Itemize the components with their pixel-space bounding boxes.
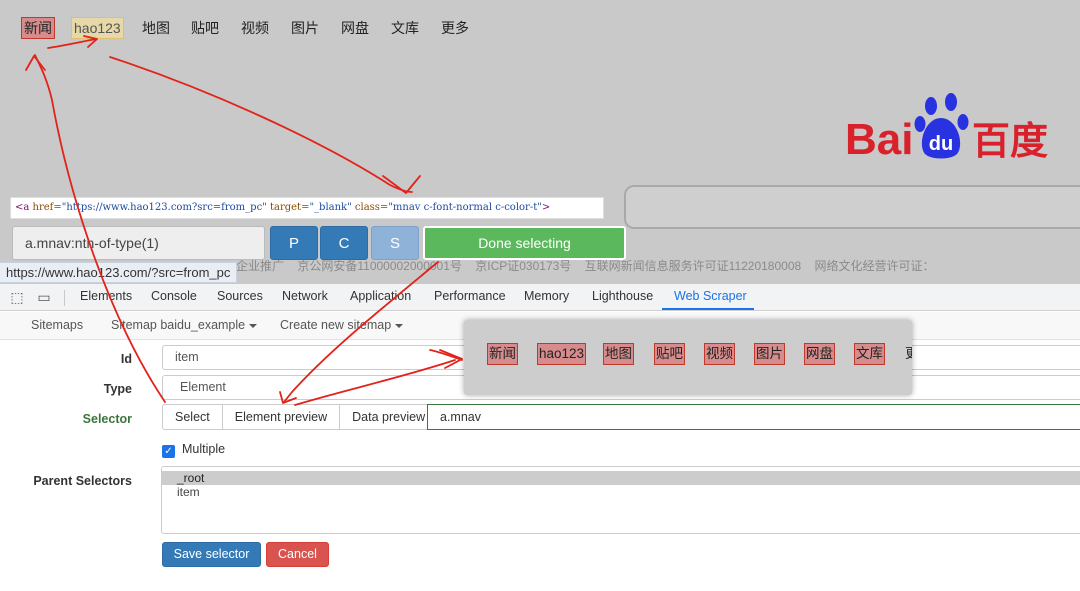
- footer-link[interactable]: 京公网安备11000002000001号: [297, 259, 462, 273]
- tab-memory[interactable]: Memory: [524, 289, 569, 303]
- selector-label: Selector: [82, 412, 132, 426]
- tab-performance[interactable]: Performance: [434, 289, 506, 303]
- nav-link-netdisk[interactable]: 网盘: [339, 18, 371, 38]
- nav-link-video[interactable]: 视频: [239, 18, 271, 38]
- footer-link[interactable]: 京ICP证030173号: [475, 259, 571, 273]
- tab-elements[interactable]: Elements: [80, 289, 132, 303]
- element-preview-button[interactable]: Element preview: [223, 405, 341, 429]
- preview-item: 图片: [754, 343, 785, 365]
- menu-sitemaps[interactable]: Sitemaps: [31, 318, 83, 332]
- nav-link-tieba[interactable]: 贴吧: [189, 18, 221, 38]
- parent-option-root[interactable]: _root: [162, 471, 1080, 485]
- menu-sitemap-dropdown[interactable]: Sitemap baidu_example: [111, 318, 258, 332]
- tab-lighthouse[interactable]: Lighthouse: [592, 289, 653, 303]
- select-parent-button[interactable]: P: [270, 226, 318, 260]
- nav-link-images[interactable]: 图片: [289, 18, 321, 38]
- select-button[interactable]: Select: [163, 405, 223, 429]
- type-label: Type: [103, 382, 132, 396]
- preview-item: 文库: [854, 343, 885, 365]
- baidu-logo: Bai du 百度: [845, 93, 1048, 162]
- tab-application[interactable]: Application: [350, 289, 411, 303]
- tab-sources[interactable]: Sources: [217, 289, 263, 303]
- logo-text-cn: 百度: [972, 119, 1048, 162]
- select-child-button[interactable]: C: [320, 226, 368, 260]
- parent-option-item[interactable]: item: [162, 485, 1080, 499]
- preview-item: 贴吧: [654, 343, 685, 365]
- menu-sitemap-label: Sitemap baidu_example: [111, 318, 246, 332]
- multiple-label: Multiple: [182, 442, 226, 456]
- nav-link-more[interactable]: 更多: [439, 18, 471, 38]
- save-selector-button[interactable]: Save selector: [162, 542, 261, 567]
- preview-item: 新闻: [487, 343, 518, 365]
- footer-link[interactable]: 网络文化经营许可证：: [815, 259, 935, 273]
- done-selecting-button[interactable]: Done selecting: [423, 226, 626, 260]
- footer-link[interactable]: 互联网新闻信息服务许可证11220180008: [585, 259, 802, 273]
- selector-button-group: Select Element preview Data preview: [162, 404, 439, 430]
- id-label: Id: [120, 352, 132, 366]
- preview-item-truncated: 更: [905, 346, 912, 361]
- divider: [64, 290, 65, 306]
- nav-link-news[interactable]: 新闻: [21, 17, 55, 39]
- nav-link-wenku[interactable]: 文库: [389, 18, 421, 38]
- logo-text-du: du: [929, 133, 953, 155]
- caret-down-icon: [249, 323, 258, 328]
- tab-network[interactable]: Network: [282, 289, 328, 303]
- parent-selectors-list[interactable]: _root item: [161, 466, 1080, 534]
- caret-down-icon: [395, 323, 404, 328]
- cancel-button[interactable]: Cancel: [266, 542, 329, 567]
- footer-link[interactable]: 企业推广: [236, 259, 284, 273]
- tab-console[interactable]: Console: [151, 289, 197, 303]
- devtools-tabbar: ⬚ ▭ Elements Console Sources Network App…: [0, 284, 1080, 311]
- element-html-tooltip: <a href="https://www.hao123.com?src=from…: [10, 197, 604, 219]
- parent-selectors-label: Parent Selectors: [33, 474, 132, 488]
- device-toolbar-icon[interactable]: ▭: [35, 288, 53, 306]
- preview-item: 视频: [704, 343, 735, 365]
- logo-text-bai: Bai: [845, 115, 913, 162]
- current-selector-display: a.mnav:nth-of-type(1): [12, 226, 265, 260]
- menu-create-sitemap[interactable]: Create new sitemap: [280, 318, 404, 332]
- nav-link-map[interactable]: 地图: [140, 18, 172, 38]
- nav-link-hao123[interactable]: hao123: [71, 17, 124, 39]
- select-sibling-button[interactable]: S: [371, 226, 419, 260]
- tab-web-scraper[interactable]: Web Scraper: [674, 289, 747, 303]
- selector-input[interactable]: a.mnav: [427, 404, 1080, 430]
- preview-item: hao123: [536, 343, 587, 365]
- data-preview-button[interactable]: Data preview: [340, 405, 437, 429]
- multiple-checkbox[interactable]: ✓: [162, 445, 175, 458]
- menu-create-label: Create new sitemap: [280, 318, 392, 332]
- preview-item: 网盘: [804, 343, 835, 365]
- status-bar-url: https://www.hao123.com/?src=from_pc: [0, 262, 238, 283]
- baidu-page-background: 新闻 hao123 地图 贴吧 视频 图片 网盘 文库 更多 Bai du 百度…: [0, 0, 1080, 290]
- inspect-element-icon[interactable]: ⬚: [8, 288, 26, 306]
- active-tab-indicator: [662, 308, 754, 310]
- search-input[interactable]: [624, 185, 1080, 229]
- preview-item: 地图: [603, 343, 634, 365]
- element-preview-popup: 新闻 hao123 地图 贴吧 视频 图片 网盘 文库 更: [464, 320, 912, 395]
